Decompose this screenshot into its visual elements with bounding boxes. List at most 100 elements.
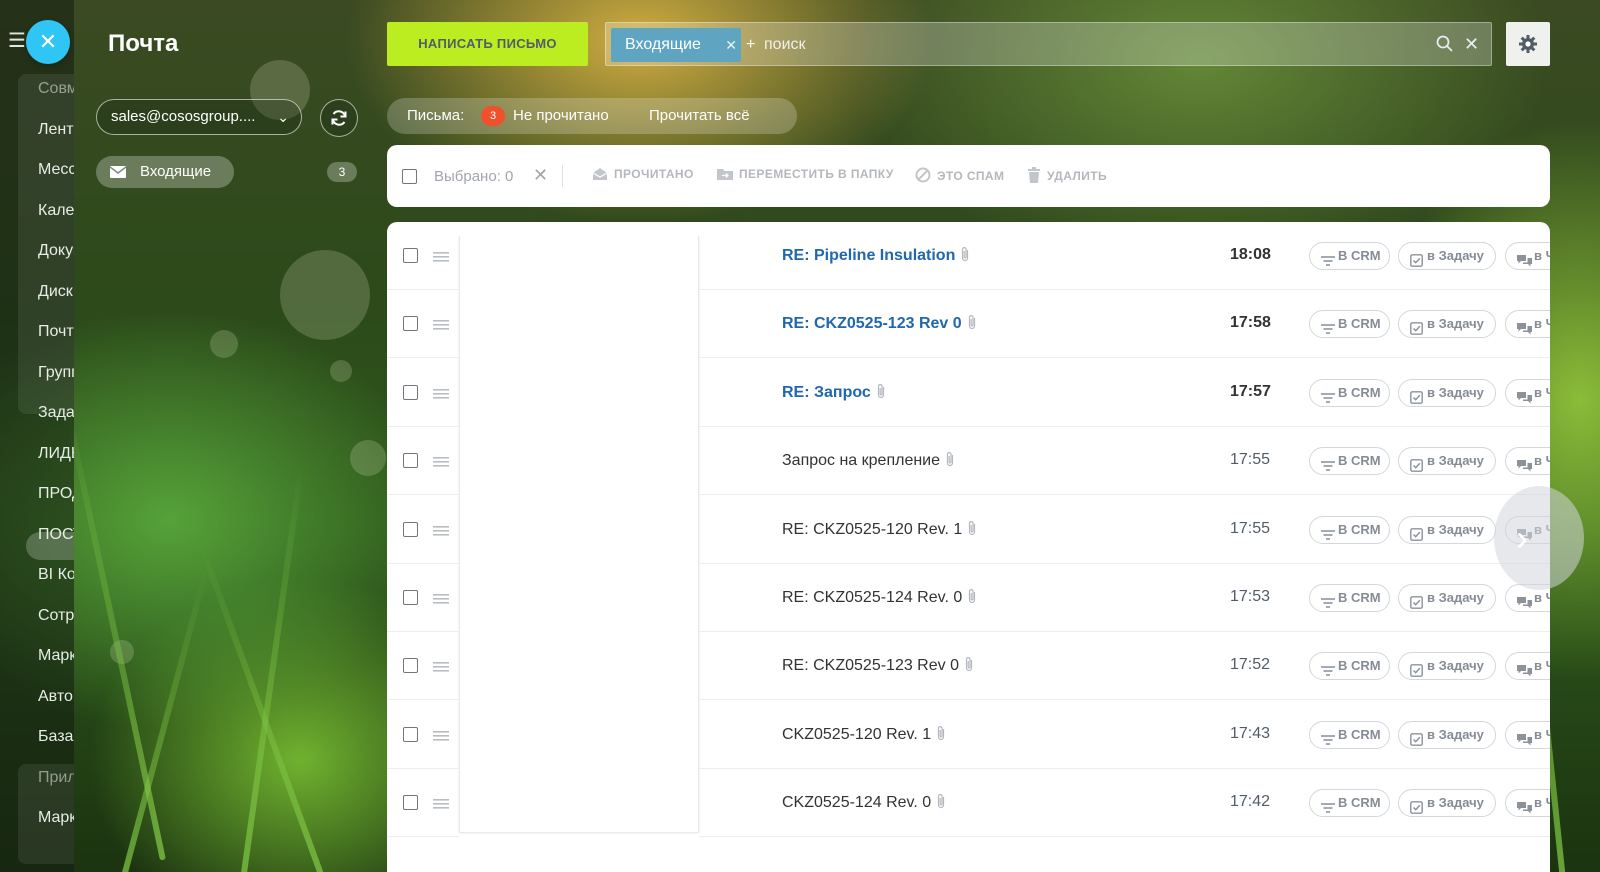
message-subject[interactable]: RE: CKZ0525-124 Rev. 0 bbox=[782, 588, 977, 609]
to-task-button[interactable]: в Задачу bbox=[1398, 515, 1496, 544]
clear-search-icon[interactable]: ✕ bbox=[1464, 35, 1479, 53]
row-checkbox[interactable] bbox=[403, 795, 418, 811]
drag-handle-icon[interactable] bbox=[433, 591, 449, 609]
table-row[interactable]: CKZ0525-124 Rev. 0 17:42 В CRM в Задачу в Ч bbox=[387, 769, 1550, 838]
to-crm-button[interactable]: В CRM bbox=[1309, 310, 1390, 339]
menu-item[interactable]: Почта bbox=[38, 323, 74, 341]
to-chat-button[interactable]: в Ч bbox=[1505, 378, 1550, 407]
row-checkbox[interactable] bbox=[403, 726, 418, 742]
message-subject[interactable]: RE: CKZ0525-120 Rev. 1 bbox=[782, 520, 977, 541]
table-row[interactable]: RE: Pipeline Insulation 18:08 В CRM в Задач… bbox=[387, 222, 1550, 290]
to-crm-button[interactable]: В CRM bbox=[1309, 652, 1390, 681]
to-task-button[interactable]: в Задачу bbox=[1398, 584, 1496, 612]
move-to-folder-button[interactable]: ПЕРЕМЕСТИТЬ В ПАПКУ bbox=[717, 167, 894, 181]
menu-item[interactable]: Мессенджер bbox=[38, 161, 74, 179]
menu-item[interactable]: Маркет bbox=[38, 809, 74, 827]
drag-handle-icon[interactable] bbox=[433, 386, 449, 404]
menu-item[interactable]: Приложения bbox=[38, 769, 74, 787]
menu-item[interactable]: Автоматизация bbox=[38, 688, 74, 706]
to-task-button[interactable]: в Задачу bbox=[1398, 789, 1496, 818]
reset-selection-icon[interactable]: ✕ bbox=[533, 165, 548, 186]
menu-item[interactable]: ЛИДЫ bbox=[38, 445, 74, 463]
menu-item[interactable]: Диск bbox=[38, 283, 74, 301]
table-row[interactable]: RE: CKZ0525-120 Rev. 1 17:55 В CRM в Задачу… bbox=[387, 496, 1550, 564]
to-crm-button[interactable]: В CRM bbox=[1309, 584, 1390, 612]
row-checkbox[interactable] bbox=[403, 521, 418, 537]
menu-item[interactable]: Лента bbox=[38, 121, 74, 139]
menu-item[interactable]: Документы bbox=[38, 242, 74, 260]
menu-item[interactable]: Маркетинг bbox=[38, 647, 74, 665]
search-icon[interactable] bbox=[1436, 35, 1454, 58]
table-row[interactable]: Запрос на крепление 17:55 В CRM в Задачу в Ч bbox=[387, 427, 1550, 496]
to-chat-button[interactable]: в Ч bbox=[1505, 720, 1550, 749]
unread-filter[interactable]: Не прочитано bbox=[513, 98, 609, 134]
drag-handle-icon[interactable] bbox=[433, 249, 449, 267]
drag-handle-icon[interactable] bbox=[433, 317, 449, 335]
menu-item[interactable]: База знаний bbox=[38, 728, 74, 746]
row-checkbox[interactable] bbox=[403, 590, 418, 605]
menu-item[interactable]: Группы bbox=[38, 364, 74, 382]
filter-chip-inbox[interactable]: Входящие ✕ bbox=[611, 28, 741, 62]
menu-item[interactable]: Совместные bbox=[38, 80, 74, 98]
read-all-button[interactable]: Прочитать всё bbox=[649, 98, 750, 134]
to-chat-button[interactable]: в Ч bbox=[1505, 652, 1550, 681]
to-crm-button[interactable]: В CRM bbox=[1309, 789, 1390, 818]
table-row[interactable]: RE: CKZ0525-124 Rev. 0 17:53 В CRM в Задачу… bbox=[387, 564, 1550, 632]
spam-button[interactable]: ЭТО СПАМ bbox=[915, 167, 1004, 183]
row-checkbox[interactable] bbox=[403, 384, 418, 400]
row-checkbox[interactable] bbox=[403, 658, 418, 674]
search-input[interactable] bbox=[748, 28, 1428, 62]
row-checkbox[interactable] bbox=[403, 248, 418, 263]
table-row[interactable]: RE: CKZ0525-123 Rev 0 17:58 В CRM в Задачу в… bbox=[387, 290, 1550, 359]
row-checkbox[interactable] bbox=[403, 453, 418, 469]
table-row[interactable]: RE: Запрос 17:57 В CRM в Задачу в Ч bbox=[387, 359, 1550, 427]
delete-button[interactable]: УДАЛИТЬ bbox=[1027, 167, 1107, 183]
to-chat-button[interactable]: в Ч bbox=[1505, 447, 1550, 476]
table-row[interactable]: RE: CKZ0525-123 Rev 0 17:52 В CRM в Задачу в… bbox=[387, 632, 1550, 701]
row-checkbox[interactable] bbox=[403, 316, 418, 332]
drag-handle-icon[interactable] bbox=[433, 454, 449, 472]
chip-remove-icon[interactable]: ✕ bbox=[725, 28, 737, 62]
to-crm-button[interactable]: В CRM bbox=[1309, 447, 1390, 476]
drag-handle-icon[interactable] bbox=[433, 659, 449, 677]
table-row[interactable]: CKZ0525-120 Rev. 1 17:43 В CRM в Задачу в Ч bbox=[387, 701, 1550, 769]
message-subject[interactable]: RE: Pipeline Insulation bbox=[782, 246, 970, 267]
menu-item[interactable]: BI Конструктор bbox=[38, 566, 74, 584]
to-task-button[interactable]: в Задачу bbox=[1398, 242, 1496, 270]
hamburger-icon[interactable]: ☰ bbox=[8, 28, 26, 53]
to-crm-button[interactable]: В CRM bbox=[1309, 515, 1390, 544]
message-subject[interactable]: RE: Запрос bbox=[782, 383, 886, 404]
drag-handle-icon[interactable] bbox=[433, 796, 449, 814]
message-subject[interactable]: CKZ0525-120 Rev. 1 bbox=[782, 725, 946, 746]
menu-item[interactable]: Сотрудники bbox=[38, 607, 74, 625]
to-task-button[interactable]: в Задачу bbox=[1398, 378, 1496, 407]
message-subject[interactable]: RE: CKZ0525-123 Rev 0 bbox=[782, 314, 977, 335]
to-task-button[interactable]: в Задачу bbox=[1398, 310, 1496, 339]
to-task-button[interactable]: в Задачу bbox=[1398, 652, 1496, 681]
menu-item[interactable]: Календарь bbox=[38, 202, 74, 220]
message-subject[interactable]: CKZ0525-124 Rev. 0 bbox=[782, 793, 946, 814]
menu-item[interactable]: ПОСТАВКИ bbox=[38, 526, 74, 544]
message-subject[interactable]: RE: CKZ0525-123 Rev 0 bbox=[782, 656, 974, 677]
close-slider-button[interactable]: ✕ bbox=[26, 20, 70, 64]
to-task-button[interactable]: в Задачу bbox=[1398, 447, 1496, 476]
to-chat-button[interactable]: в Ч bbox=[1505, 242, 1550, 270]
to-chat-button[interactable]: в Ч bbox=[1505, 789, 1550, 818]
to-task-button[interactable]: в Задачу bbox=[1398, 720, 1496, 749]
menu-item[interactable]: ПРОДАЖИ bbox=[38, 485, 74, 503]
to-chat-button[interactable]: в Ч bbox=[1505, 310, 1550, 339]
message-subject[interactable]: Запрос на крепление bbox=[782, 451, 955, 472]
to-crm-button[interactable]: В CRM bbox=[1309, 720, 1390, 749]
compose-button[interactable]: НАПИСАТЬ ПИСЬМО bbox=[387, 22, 588, 66]
settings-button[interactable] bbox=[1506, 22, 1550, 66]
drag-handle-icon[interactable] bbox=[433, 728, 449, 746]
mailbox-select[interactable]: sales@cososgroup.... ⌄ bbox=[96, 99, 302, 135]
refresh-button[interactable] bbox=[320, 99, 358, 137]
select-all-checkbox[interactable] bbox=[402, 169, 417, 184]
drag-handle-icon[interactable] bbox=[433, 523, 449, 541]
mark-read-button[interactable]: ПРОЧИТАНО bbox=[592, 167, 694, 181]
to-crm-button[interactable]: В CRM bbox=[1309, 242, 1390, 270]
menu-item[interactable]: Задачи bbox=[38, 404, 74, 422]
folder-inbox[interactable]: Входящие bbox=[96, 156, 234, 188]
next-page-arrow[interactable]: › bbox=[1494, 486, 1584, 590]
